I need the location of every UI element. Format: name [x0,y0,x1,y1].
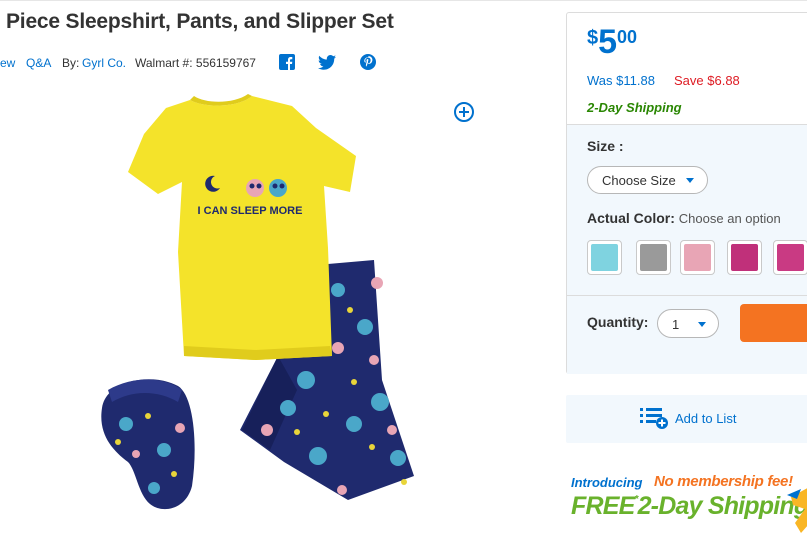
quantity-value: 1 [672,317,680,332]
was-price: Was $11.88 [587,73,655,88]
size-dropdown[interactable]: Choose Size [587,166,708,194]
facebook-icon[interactable] [277,52,297,72]
color-swatch-4[interactable] [727,240,762,275]
size-dropdown-value: Choose Size [602,173,676,188]
price-section: $500 Was $11.88 Save $6.88 2-Day Shippin… [567,13,807,124]
color-swatch-2[interactable] [636,240,671,275]
add-to-list-button[interactable]: Add to List [566,395,807,443]
price-dollars: 5 [598,23,618,61]
shirt-print-text: I CAN SLEEP MORE [198,205,303,217]
color-swatch-1[interactable] [587,240,622,275]
walmart-number: Walmart #: 556159767 [135,56,256,70]
chevron-down-icon [686,178,694,183]
shipping-badge: 2-Day Shipping [587,100,682,115]
chevron-down-icon [698,322,706,327]
options-section: Size : Choose Size Actual Color: Choose … [567,124,807,374]
brand-link[interactable]: Gyrl Co. [82,56,126,70]
by-label: By: [62,56,80,70]
reviews-link[interactable]: ew [0,56,15,70]
price-currency: $ [587,27,599,49]
promo-free-shipping: FREE*2-Day Shipping [571,492,807,520]
quantity-dropdown[interactable]: 1 [657,309,719,338]
delivery-bird-icon [787,488,807,533]
sleepshirt-image: I CAN SLEEP MORE [128,94,356,360]
pinterest-icon[interactable] [358,52,378,72]
add-to-cart-button[interactable] [740,304,807,342]
color-swatch-5[interactable] [773,240,807,275]
twitter-icon[interactable] [317,52,337,72]
free-shipping-promo[interactable]: Introducing No membership fee! FREE*2-Da… [566,467,807,547]
color-swatch-3[interactable] [680,240,715,275]
save-amount: Save $6.88 [674,73,740,88]
current-price: $500 [587,23,637,62]
qa-link[interactable]: Q&A [26,56,51,70]
product-image: I CAN SLEEP MORE [92,90,424,520]
quantity-label: Quantity: [587,314,649,330]
size-label: Size : [587,138,624,154]
color-label: Actual Color: Choose an option [587,210,781,226]
add-to-list-label: Add to List [675,411,737,426]
top-divider [0,0,807,1]
product-title: Piece Sleepshirt, Pants, and Slipper Set [6,10,394,33]
slippers-image [101,379,195,510]
price-cents: 00 [617,27,638,47]
add-list-icon [640,408,668,429]
promo-no-fee: No membership fee! [654,473,793,490]
color-choose-hint: Choose an option [678,211,781,226]
promo-introducing: Introducing [571,475,643,490]
purchase-panel: $500 Was $11.88 Save $6.88 2-Day Shippin… [566,12,807,374]
zoom-in-icon[interactable] [453,101,475,123]
options-divider [567,295,807,296]
